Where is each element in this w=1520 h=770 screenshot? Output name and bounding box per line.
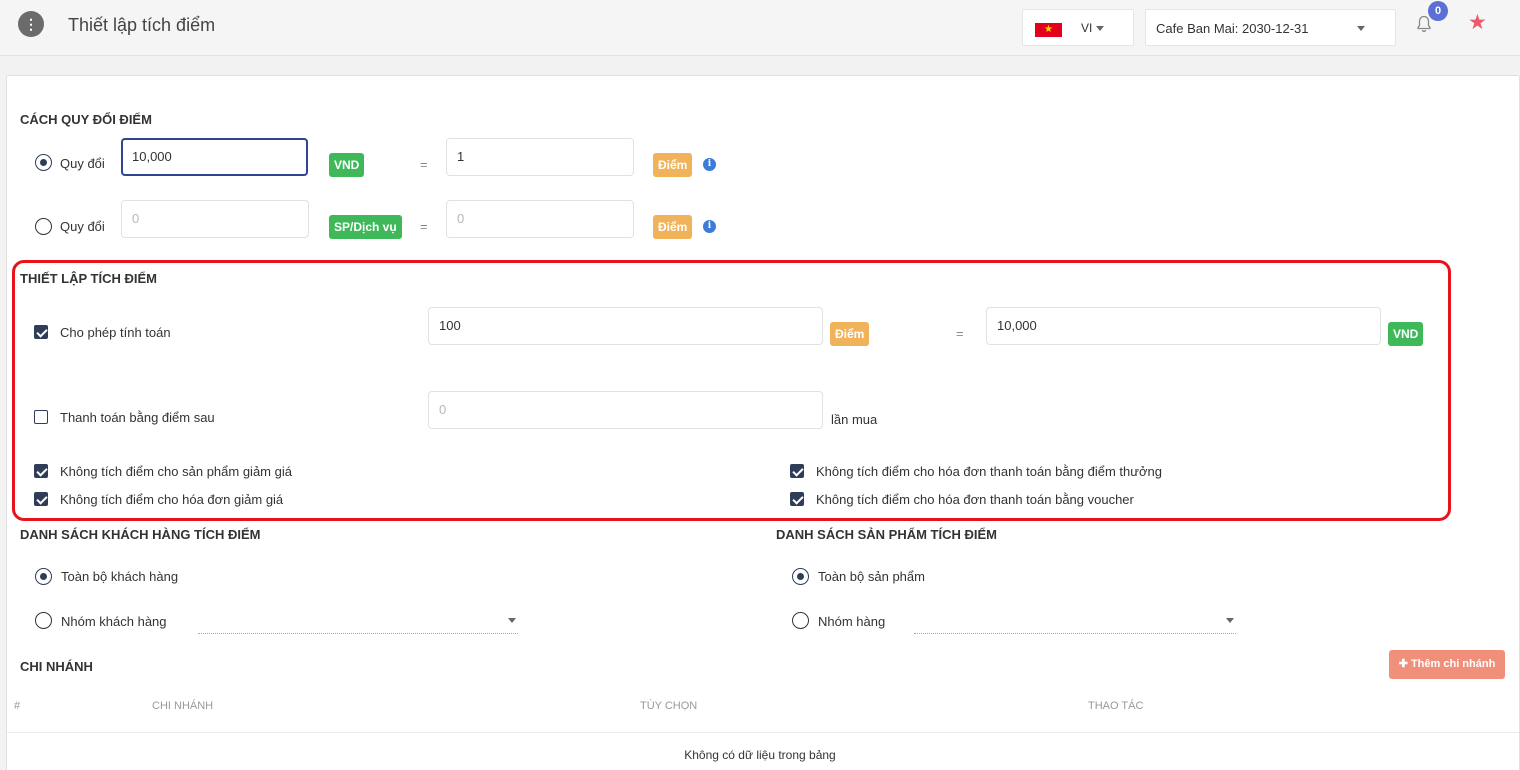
table-empty-message: Không có dữ liệu trong bảng [684, 748, 836, 762]
equals-sign: = [956, 326, 964, 341]
option-checkbox[interactable] [790, 464, 804, 478]
add-branch-button[interactable]: ✚ Thêm chi nhánh [1389, 650, 1505, 679]
conversion-money-radio[interactable] [35, 154, 52, 171]
table-header-options: TÙY CHỌN [640, 700, 698, 712]
store-label: Cafe Ban Mai: 2030-12-31 [1156, 21, 1309, 36]
all-customers-label: Toàn bộ khách hàng [61, 569, 179, 584]
allow-calc-points-input[interactable]: 100 [428, 307, 823, 345]
all-products-radio[interactable] [792, 568, 809, 585]
conversion-product-label: Quy đổi [60, 219, 105, 234]
option-label: Không tích điểm cho hóa đơn giảm giá [60, 492, 284, 507]
allow-calc-label: Cho phép tính toán [60, 325, 171, 340]
table-divider [7, 732, 1519, 733]
star-icon[interactable]: ★ [1468, 10, 1487, 35]
pay-after-input[interactable]: 0 [428, 391, 823, 429]
product-unit-tag: SP/Dịch vụ [329, 215, 402, 239]
conversion-section-title: CÁCH QUY ĐỔI ĐIỂM [20, 112, 152, 127]
customers-section-title: DANH SÁCH KHÁCH HÀNG TÍCH ĐIỂM [20, 527, 261, 542]
points-unit-tag: Điểm [830, 322, 870, 346]
vnd-unit-tag: VND [1388, 322, 1424, 346]
info-icon[interactable]: i [703, 220, 716, 233]
customer-group-radio[interactable] [35, 612, 52, 629]
language-selector[interactable]: ★ VI [1022, 9, 1134, 46]
customer-group-select[interactable] [198, 633, 518, 634]
conversion-product-points-input[interactable]: 0 [446, 200, 634, 238]
product-group-select[interactable] [914, 633, 1236, 634]
option-checkbox[interactable] [34, 464, 48, 478]
table-header-branch: CHI NHÁNH [152, 700, 214, 712]
pay-after-label: Thanh toán bằng điểm sau [60, 410, 215, 425]
chevron-down-icon [1357, 26, 1365, 31]
option-label: Không tích điểm cho hóa đơn thanh toán b… [816, 492, 1134, 507]
conversion-points-input[interactable]: 1 [446, 138, 634, 176]
table-header-index: # [14, 700, 21, 712]
pay-after-checkbox[interactable] [34, 410, 48, 424]
language-code: VI [1081, 21, 1105, 35]
option-label: Không tích điểm cho sản phẩm giảm giá [60, 464, 292, 479]
vietnam-flag-icon: ★ [1035, 23, 1062, 37]
top-bar: ⋮ Thiết lập tích điểm ★ VI Cafe Ban Mai:… [0, 0, 1520, 56]
allow-calc-checkbox[interactable] [34, 325, 48, 339]
all-products-label: Toàn bộ sản phẩm [818, 569, 925, 584]
points-unit-tag: Điểm [653, 153, 693, 177]
option-label: Không tích điểm cho hóa đơn thanh toán b… [816, 464, 1162, 479]
pay-after-suffix: lần mua [831, 412, 878, 427]
info-icon[interactable]: i [703, 158, 716, 171]
chevron-down-icon [508, 618, 516, 623]
notification-badge: 0 [1428, 1, 1448, 21]
page-title: Thiết lập tích điểm [68, 15, 216, 35]
conversion-product-radio[interactable] [35, 218, 52, 235]
equals-sign: = [420, 157, 428, 172]
chevron-down-icon [1226, 618, 1234, 623]
customer-group-label: Nhóm khách hàng [61, 614, 167, 629]
option-checkbox[interactable] [790, 492, 804, 506]
settings-section-title: THIẾT LẬP TÍCH ĐIỂM [20, 271, 157, 286]
points-unit-tag: Điểm [653, 215, 693, 239]
option-checkbox[interactable] [34, 492, 48, 506]
product-group-radio[interactable] [792, 612, 809, 629]
conversion-money-input[interactable]: 10,000 [121, 138, 308, 176]
product-group-label: Nhóm hàng [818, 614, 886, 629]
table-header-actions: THAO TÁC [1088, 700, 1144, 712]
allow-calc-money-input[interactable]: 10,000 [986, 307, 1381, 345]
vnd-unit-tag: VND [329, 153, 365, 177]
chevron-down-icon [1096, 26, 1105, 32]
conversion-product-input[interactable]: 0 [121, 200, 309, 238]
branches-section-title: CHI NHÁNH [20, 659, 93, 674]
equals-sign: = [420, 219, 428, 234]
menu-icon[interactable]: ⋮ [18, 11, 44, 37]
products-section-title: DANH SÁCH SẢN PHẨM TÍCH ĐIỂM [776, 527, 997, 542]
store-selector[interactable]: Cafe Ban Mai: 2030-12-31 [1145, 9, 1396, 46]
conversion-money-label: Quy đổi [60, 156, 105, 171]
all-customers-radio[interactable] [35, 568, 52, 585]
